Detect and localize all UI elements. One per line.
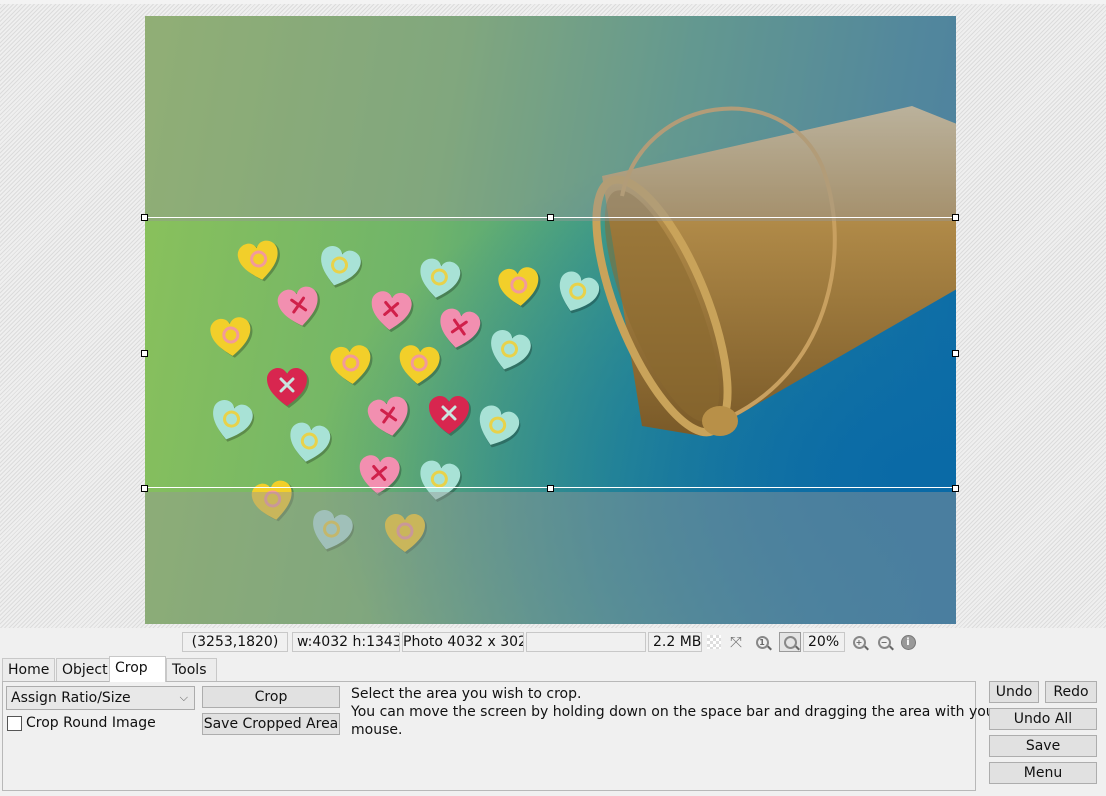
zoom-out-icon[interactable]: − (875, 633, 893, 651)
heart-eraser (495, 264, 542, 310)
crop-shade-top (145, 16, 956, 221)
tab-tools[interactable]: Tools (166, 658, 217, 681)
heart-eraser (234, 236, 285, 285)
crop-handle-top-right[interactable] (952, 214, 959, 221)
heart-eraser (469, 400, 525, 455)
transparency-checker-icon[interactable] (705, 633, 723, 651)
crop-help-text: Select the area you wish to crop. You ca… (351, 685, 1001, 739)
tab-home[interactable]: Home (2, 658, 55, 681)
help-line: mouse. (351, 722, 403, 738)
actual-size-icon[interactable]: 1 (753, 633, 771, 651)
heart-eraser (482, 325, 535, 377)
heart-eraser (265, 366, 309, 408)
crop-handle-middle-right[interactable] (952, 350, 959, 357)
heart-eraser (367, 288, 414, 334)
heart-eraser (364, 392, 415, 441)
tab-crop[interactable]: Crop (109, 656, 166, 682)
status-bar: (3253,1820) w:4032 h:1343 Photo 4032 x 3… (0, 630, 1106, 654)
fit-to-window-icon[interactable]: ⤧ (727, 633, 745, 651)
crop-round-checkbox[interactable] (7, 716, 22, 731)
crop-handle-top-left[interactable] (141, 214, 148, 221)
save-button[interactable]: Save (989, 735, 1097, 757)
heart-eraser (284, 418, 335, 467)
help-line: You can move the screen by holding down … (351, 704, 1001, 720)
heart-eraser (204, 395, 257, 447)
undo-all-button[interactable]: Undo All (989, 708, 1097, 730)
info-icon[interactable]: i (899, 633, 917, 651)
chevron-down-icon: ⌵ (179, 691, 188, 704)
crop-handle-middle-left[interactable] (141, 350, 148, 357)
heart-eraser (312, 241, 365, 293)
crop-handle-bottom-center[interactable] (547, 485, 554, 492)
image-info: Photo 4032 x 3024 (402, 632, 524, 652)
redo-button[interactable]: Redo (1045, 681, 1097, 703)
zoom-in-icon[interactable]: + (850, 633, 868, 651)
photo[interactable] (145, 16, 956, 624)
help-line: Select the area you wish to crop. (351, 686, 582, 702)
heart-eraser (414, 254, 465, 303)
crop-button[interactable]: Crop (202, 686, 340, 708)
crop-handle-bottom-right[interactable] (952, 485, 959, 492)
menu-button[interactable]: Menu (989, 762, 1097, 784)
ratio-size-select[interactable]: Assign Ratio/Size ⌵ (6, 686, 195, 710)
crop-handle-bottom-left[interactable] (141, 485, 148, 492)
crop-shade-bottom (145, 492, 956, 624)
selection-size: w:4032 h:1343 (292, 632, 400, 652)
image-canvas[interactable] (0, 0, 1106, 628)
zoom-fit-icon[interactable] (779, 632, 801, 652)
crop-round-label[interactable]: Crop Round Image (26, 715, 156, 731)
heart-eraser (327, 342, 374, 388)
undo-button[interactable]: Undo (989, 681, 1039, 703)
heart-eraser (395, 342, 442, 388)
ratio-size-value: Assign Ratio/Size (11, 690, 131, 706)
cursor-position: (3253,1820) (182, 632, 288, 652)
heart-eraser (274, 282, 325, 331)
crop-handle-top-center[interactable] (547, 214, 554, 221)
heart-eraser (207, 314, 254, 360)
status-empty-field (526, 632, 646, 652)
heart-eraser (355, 452, 402, 498)
file-size: 2.2 MB (648, 632, 702, 652)
heart-eraser (427, 394, 471, 436)
zoom-level[interactable]: 20% (803, 632, 845, 652)
save-cropped-area-button[interactable]: Save Cropped Area (202, 713, 340, 735)
tab-object[interactable]: Object (56, 658, 110, 681)
